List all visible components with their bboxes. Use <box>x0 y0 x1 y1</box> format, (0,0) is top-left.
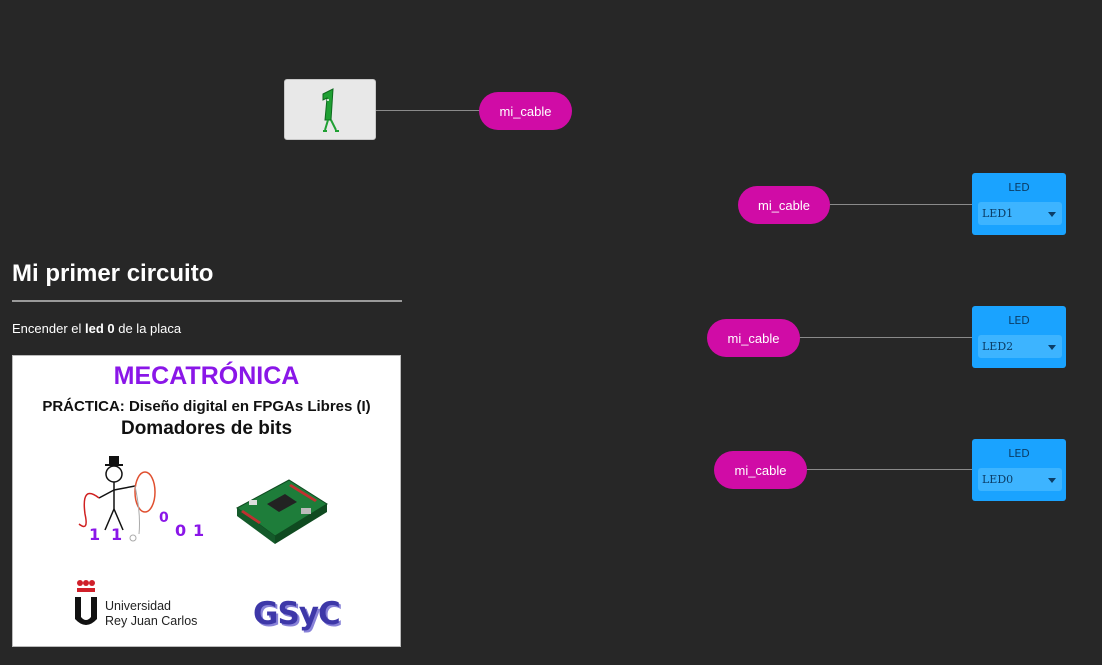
poster-subtitle: PRÁCTICA: Diseño digital en FPGAs Libres… <box>42 398 371 415</box>
info-title[interactable]: Mi primer circuito <box>12 260 213 288</box>
chevron-down-icon <box>1048 345 1056 350</box>
svg-text:1: 1 <box>89 525 100 544</box>
info-desc-prefix: Encender el <box>12 321 85 336</box>
svg-text:0: 0 <box>159 510 169 526</box>
wire-cable-to-led2 <box>799 337 972 338</box>
constant-block[interactable] <box>284 79 376 140</box>
bit-one-icon <box>322 88 339 132</box>
led-select[interactable]: LED0 <box>978 468 1062 491</box>
led-block-3[interactable]: LED LED0 <box>972 439 1066 501</box>
led-block-title: LED <box>1008 181 1030 194</box>
poster-image: MECATRÓNICA PRÁCTICA: Diseño digital en … <box>12 355 401 647</box>
svg-text:1: 1 <box>111 525 122 544</box>
led-select-value: LED1 <box>982 207 1014 220</box>
info-divider <box>12 300 402 302</box>
wire-cable-to-led0 <box>806 469 972 470</box>
svg-text:0: 0 <box>175 521 186 540</box>
led-select-value: LED0 <box>982 473 1014 486</box>
info-desc-suffix: de la placa <box>114 321 182 336</box>
wire-cable-to-led1 <box>829 204 972 205</box>
bit-tamer-illustration: 1 1 0 0 1 <box>78 456 204 544</box>
cable-label-3[interactable]: mi_cable <box>707 319 800 357</box>
fpga-board-illustration <box>236 479 328 544</box>
cable-label-2[interactable]: mi_cable <box>738 186 830 224</box>
led-block-title: LED <box>1008 314 1030 327</box>
poster-subtitle2: Domadores de bits <box>120 418 293 439</box>
university-logo-icon <box>75 580 97 625</box>
info-desc-led: led 0 <box>85 321 115 336</box>
chevron-down-icon <box>1048 478 1056 483</box>
university-line2: Rey Juan Carlos <box>105 614 198 628</box>
cable-label-1[interactable]: mi_cable <box>479 92 572 130</box>
led-select[interactable]: LED1 <box>978 202 1062 225</box>
info-description[interactable]: Encender el led 0 de la placa <box>12 321 181 336</box>
led-block-title: LED <box>1008 447 1030 460</box>
svg-text:1: 1 <box>193 521 204 540</box>
chevron-down-icon <box>1048 212 1056 217</box>
poster-title: MECATRÓNICA <box>113 362 300 390</box>
gsyc-logo: GSyC <box>253 596 341 632</box>
led-block-1[interactable]: LED LED1 <box>972 173 1066 235</box>
wire-constant-to-cable <box>376 110 482 111</box>
led-block-2[interactable]: LED LED2 <box>972 306 1066 368</box>
led-select[interactable]: LED2 <box>978 335 1062 358</box>
led-select-value: LED2 <box>982 340 1014 353</box>
cable-label-4[interactable]: mi_cable <box>714 451 807 489</box>
university-name: Universidad Rey Juan Carlos <box>105 599 197 629</box>
university-line1: Universidad <box>105 599 172 613</box>
